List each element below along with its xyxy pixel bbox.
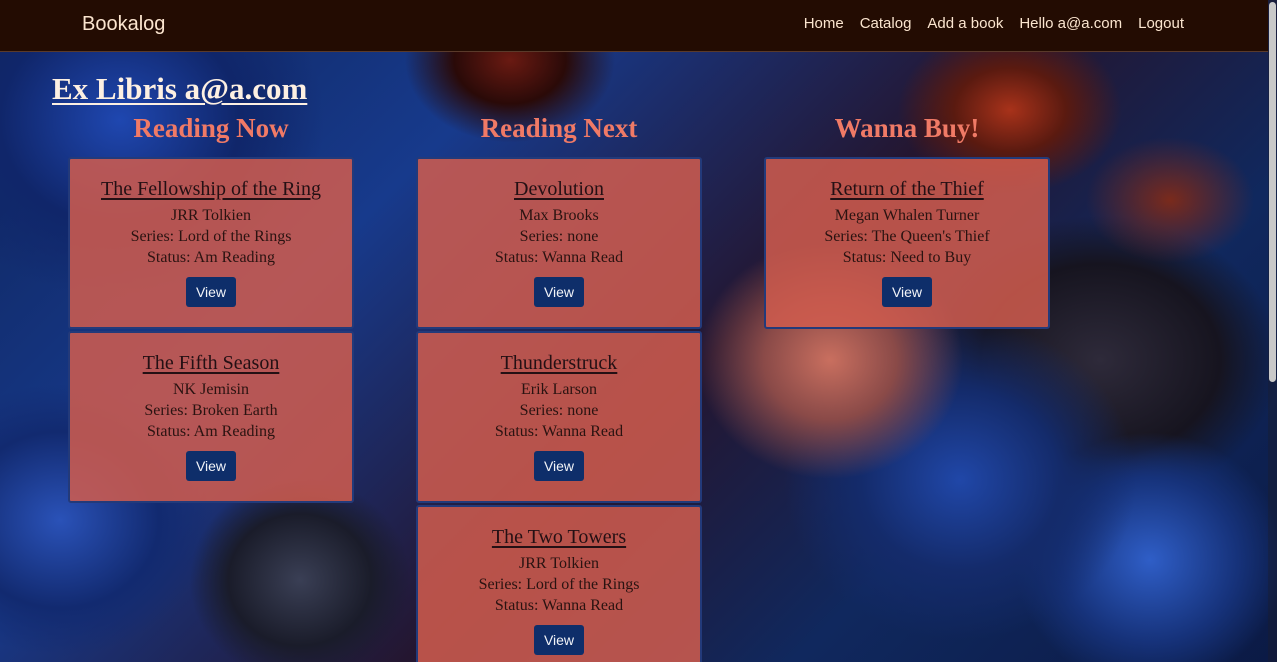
nav-link-add-book[interactable]: Add a book: [927, 15, 1003, 32]
book-title-link[interactable]: Thunderstruck: [418, 352, 700, 375]
book-author: Megan Whalen Turner: [834, 207, 980, 224]
column-title-reading-next: Reading Next: [480, 113, 638, 143]
nav-links: Home Catalog Add a book Hello a@a.com Lo…: [804, 15, 1184, 32]
book-author: JRR Tolkien: [519, 555, 599, 572]
book-status: Status: Am Reading: [147, 249, 275, 266]
book-status: Status: Wanna Read: [494, 423, 624, 440]
book-card: Return of the Thief Megan Whalen Turner …: [764, 157, 1050, 329]
page-scrollbar[interactable]: [1268, 0, 1277, 662]
book-status: Status: Need to Buy: [842, 249, 972, 266]
book-author: Erik Larson: [521, 381, 597, 398]
book-card: Devolution Max Brooks Series: none Statu…: [416, 157, 702, 329]
book-series: Series: Lord of the Rings: [130, 228, 292, 245]
book-title-link[interactable]: Return of the Thief: [766, 178, 1048, 201]
book-card: The Fifth Season NK Jemisin Series: Brok…: [68, 331, 354, 503]
view-button[interactable]: View: [185, 277, 237, 307]
view-button[interactable]: View: [185, 451, 237, 481]
top-navbar: Bookalog Home Catalog Add a book Hello a…: [0, 0, 1268, 52]
book-author: NK Jemisin: [173, 381, 249, 398]
book-title-link[interactable]: The Fellowship of the Ring: [70, 178, 352, 201]
scrollbar-thumb[interactable]: [1269, 2, 1276, 382]
book-title-link[interactable]: The Fifth Season: [70, 352, 352, 375]
book-author: JRR Tolkien: [171, 207, 251, 224]
view-button[interactable]: View: [881, 277, 933, 307]
book-title-link[interactable]: The Two Towers: [418, 526, 700, 549]
book-series: Series: The Queen's Thief: [824, 228, 990, 245]
nav-link-catalog[interactable]: Catalog: [860, 15, 912, 32]
book-status: Status: Am Reading: [147, 423, 275, 440]
book-series: Series: none: [519, 228, 599, 245]
book-status: Status: Wanna Read: [494, 249, 624, 266]
view-button[interactable]: View: [533, 277, 585, 307]
book-author: Max Brooks: [519, 207, 599, 224]
book-card: Thunderstruck Erik Larson Series: none S…: [416, 331, 702, 503]
nav-link-logout[interactable]: Logout: [1138, 15, 1184, 32]
view-button[interactable]: View: [533, 625, 585, 655]
brand-logo[interactable]: Bookalog: [82, 13, 165, 36]
book-series: Series: Lord of the Rings: [478, 576, 640, 593]
book-card: The Two Towers JRR Tolkien Series: Lord …: [416, 505, 702, 662]
column-title-wanna-buy: Wanna Buy!: [834, 113, 980, 143]
view-button[interactable]: View: [533, 451, 585, 481]
book-series: Series: none: [519, 402, 599, 419]
book-title-link[interactable]: Devolution: [418, 178, 700, 201]
page-heading: Ex Libris a@a.com: [52, 71, 308, 106]
book-series: Series: Broken Earth: [144, 402, 278, 419]
nav-link-user-greeting[interactable]: Hello a@a.com: [1019, 15, 1122, 32]
book-status: Status: Wanna Read: [494, 597, 624, 614]
nav-link-home[interactable]: Home: [804, 15, 844, 32]
book-card: The Fellowship of the Ring JRR Tolkien S…: [68, 157, 354, 329]
column-title-reading-now: Reading Now: [133, 113, 289, 143]
